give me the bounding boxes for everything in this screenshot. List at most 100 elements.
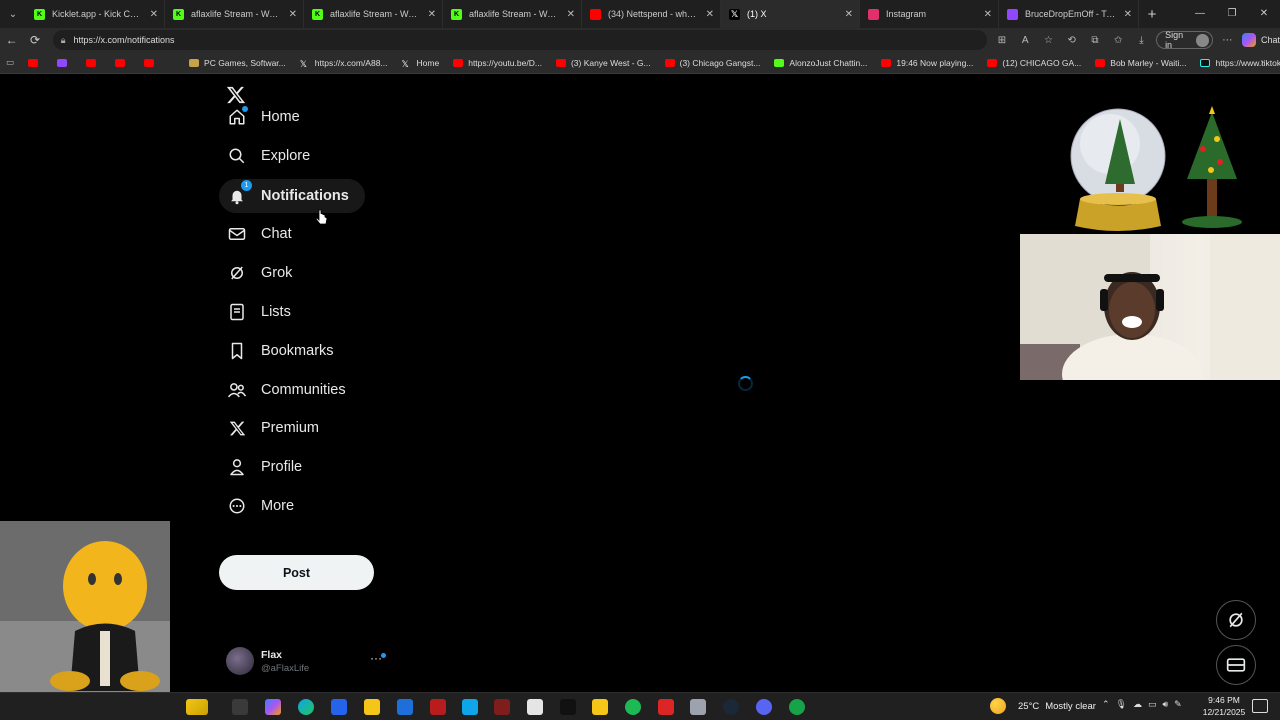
refresh-button[interactable]: ⟳ — [23, 33, 46, 47]
bookmark-item[interactable] — [28, 58, 43, 67]
restore-button[interactable]: ❐ — [1216, 0, 1248, 28]
nav-item-more[interactable]: More — [219, 489, 310, 523]
taskbar-clock[interactable]: 9:46 PM 12/21/2025 — [1198, 694, 1250, 718]
pen-icon[interactable]: ✎ — [1174, 699, 1182, 710]
bookmark-item[interactable]: PC Games, Softwar... — [189, 58, 286, 68]
bookmark-item[interactable]: (3) Chicago Gangst... — [664, 58, 760, 68]
bookmark-item[interactable]: AlonzoJust Chattin... — [774, 58, 867, 68]
copilot-sparkle-icon[interactable] — [186, 699, 208, 715]
copilot-app-icon[interactable] — [265, 699, 281, 715]
settings-more-icon[interactable]: ⋯ — [1219, 35, 1236, 46]
app-icon[interactable] — [690, 699, 706, 715]
app-icon[interactable] — [592, 699, 608, 715]
favorites-icon[interactable]: ✩ — [1110, 35, 1127, 46]
tab-actions-menu-icon[interactable]: ⌄ — [0, 0, 26, 28]
microphone-icon[interactable]: 🎙︎ — [1116, 699, 1127, 710]
close-tab-icon[interactable]: ✕ — [845, 9, 853, 20]
downloads-icon[interactable]: ⤓ — [1133, 35, 1150, 46]
nav-item-notifications[interactable]: 1 Notifications — [219, 179, 365, 213]
app-icon[interactable] — [430, 699, 446, 715]
nav-item-explore[interactable]: Explore — [219, 139, 326, 173]
bookmark-item[interactable]: (3) Kanye West - G... — [555, 58, 651, 68]
outlook-icon[interactable] — [397, 699, 413, 715]
copilot-chat-button[interactable]: Chat — [1241, 33, 1280, 47]
close-tab-icon[interactable]: ✕ — [1124, 9, 1132, 20]
app-icon[interactable] — [527, 699, 543, 715]
notification-center-icon[interactable] — [1252, 699, 1268, 713]
close-tab-icon[interactable]: ✕ — [567, 9, 575, 20]
bookmark-item[interactable]: https://www.tiktok.... — [1200, 58, 1280, 68]
nav-item-chat[interactable]: Chat — [219, 217, 308, 251]
steam-icon[interactable] — [723, 699, 739, 715]
onedrive-icon[interactable]: ☁︎ — [1133, 699, 1142, 710]
browser-tab[interactable]: Kaflaxlife Stream - Watch Live ✕ — [443, 0, 582, 28]
edge-browser-icon[interactable] — [298, 699, 314, 715]
bookmark-item[interactable] — [144, 58, 159, 67]
close-tab-icon[interactable]: ✕ — [289, 9, 297, 20]
browser-tab[interactable]: (34) Nettspend - where the ✕ — [582, 0, 721, 28]
xbox-icon[interactable] — [789, 699, 805, 715]
app-icon[interactable] — [462, 699, 478, 715]
bookmark-label: Bob Marley - Waiti... — [1110, 57, 1187, 68]
read-aloud-icon[interactable]: A — [1017, 35, 1034, 46]
bookmark-item[interactable]: Bob Marley - Waiti... — [1095, 58, 1186, 68]
close-tab-icon[interactable]: ✕ — [428, 9, 436, 20]
grok-float-button[interactable] — [1216, 600, 1256, 640]
sign-in-button[interactable]: Sign in — [1156, 30, 1213, 50]
browser-tab[interactable]: BruceDropEmOff - Twitc ✕ — [999, 0, 1139, 28]
bookmark-item[interactable]: (12) CHICAGO GA... — [987, 58, 1081, 68]
app-icon[interactable] — [658, 699, 674, 715]
weather-widget[interactable]: 25°C Mostly clear — [990, 698, 1096, 714]
bookmarks-overflow-icon[interactable]: › — [1261, 57, 1264, 68]
nav-item-lists[interactable]: Lists — [219, 295, 307, 329]
nav-item-communities[interactable]: Communities — [219, 373, 362, 407]
site-info-icon[interactable]: 🔒︎ — [61, 35, 66, 46]
bookmark-item[interactable] — [57, 58, 72, 67]
bookmarks-toggle-icon[interactable]: ▭ — [6, 57, 14, 68]
extensions-icon[interactable]: ⟲ — [1063, 35, 1080, 46]
store-icon[interactable] — [331, 699, 347, 715]
task-view-icon[interactable] — [232, 699, 248, 715]
nav-item-home[interactable]: Home — [219, 100, 316, 134]
bookmark-item[interactable]: 𝕏 Home — [402, 58, 440, 69]
extensions-puzzle-icon[interactable]: ⧉ — [1086, 35, 1103, 46]
account-more-icon[interactable]: ··· — [370, 651, 382, 665]
app-icon[interactable] — [560, 699, 576, 715]
bookmark-item[interactable]: 19:46 Now playing... — [881, 58, 973, 68]
weather-condition: Mostly clear — [1045, 700, 1096, 712]
close-tab-icon[interactable]: ✕ — [984, 9, 992, 20]
nav-item-bookmarks[interactable]: Bookmarks — [219, 334, 350, 368]
minimize-button[interactable]: — — [1184, 0, 1216, 28]
volume-icon[interactable]: 🔊︎ — [1163, 699, 1169, 710]
nav-item-grok[interactable]: Grok — [219, 256, 308, 290]
discord-icon[interactable] — [756, 699, 772, 715]
browser-tab[interactable]: 𝕏 (1) X ✕ — [721, 0, 860, 28]
post-button[interactable]: Post — [219, 555, 374, 590]
browser-tab[interactable]: Kaflaxlife Stream - Watch Live ✕ — [165, 0, 304, 28]
file-explorer-icon[interactable] — [364, 699, 380, 715]
bookmark-item[interactable] — [115, 58, 130, 67]
clock-time: 9:46 PM — [1208, 695, 1240, 705]
messages-float-button[interactable] — [1216, 645, 1256, 685]
new-tab-button[interactable]: + — [1139, 6, 1165, 23]
back-button[interactable]: ← — [0, 33, 23, 47]
account-switcher[interactable]: Flax @aFlaxLife — [226, 647, 309, 675]
browser-tab[interactable]: Instagram ✕ — [860, 0, 999, 28]
browser-tab[interactable]: Kaflaxlife Stream - Watch Live ✕ — [304, 0, 443, 28]
app-available-icon[interactable]: ⊞ — [993, 35, 1010, 46]
nav-item-premium[interactable]: Premium — [219, 411, 335, 445]
url-field[interactable]: 🔒︎ https://x.com/notifications — [52, 30, 988, 50]
bookmark-item[interactable] — [86, 58, 101, 67]
favorite-star-icon[interactable]: ☆ — [1040, 35, 1057, 46]
tray-overflow-icon[interactable]: ⌃ — [1102, 699, 1110, 710]
app-icon[interactable] — [494, 699, 510, 715]
spotify-icon[interactable] — [625, 699, 641, 715]
bookmark-item[interactable]: https://youtu.be/D... — [453, 58, 542, 68]
nav-item-profile[interactable]: Profile — [219, 450, 318, 484]
close-tab-icon[interactable]: ✕ — [706, 9, 714, 20]
network-icon[interactable]: ▭ — [1148, 699, 1157, 710]
close-window-button[interactable]: ✕ — [1248, 0, 1280, 28]
bookmark-item[interactable]: 𝕏https://x.com/A88... — [300, 58, 388, 69]
browser-tab[interactable]: K Kicklet.app - Kick Chatbot ar ✕ — [26, 0, 165, 28]
close-tab-icon[interactable]: ✕ — [150, 9, 158, 20]
